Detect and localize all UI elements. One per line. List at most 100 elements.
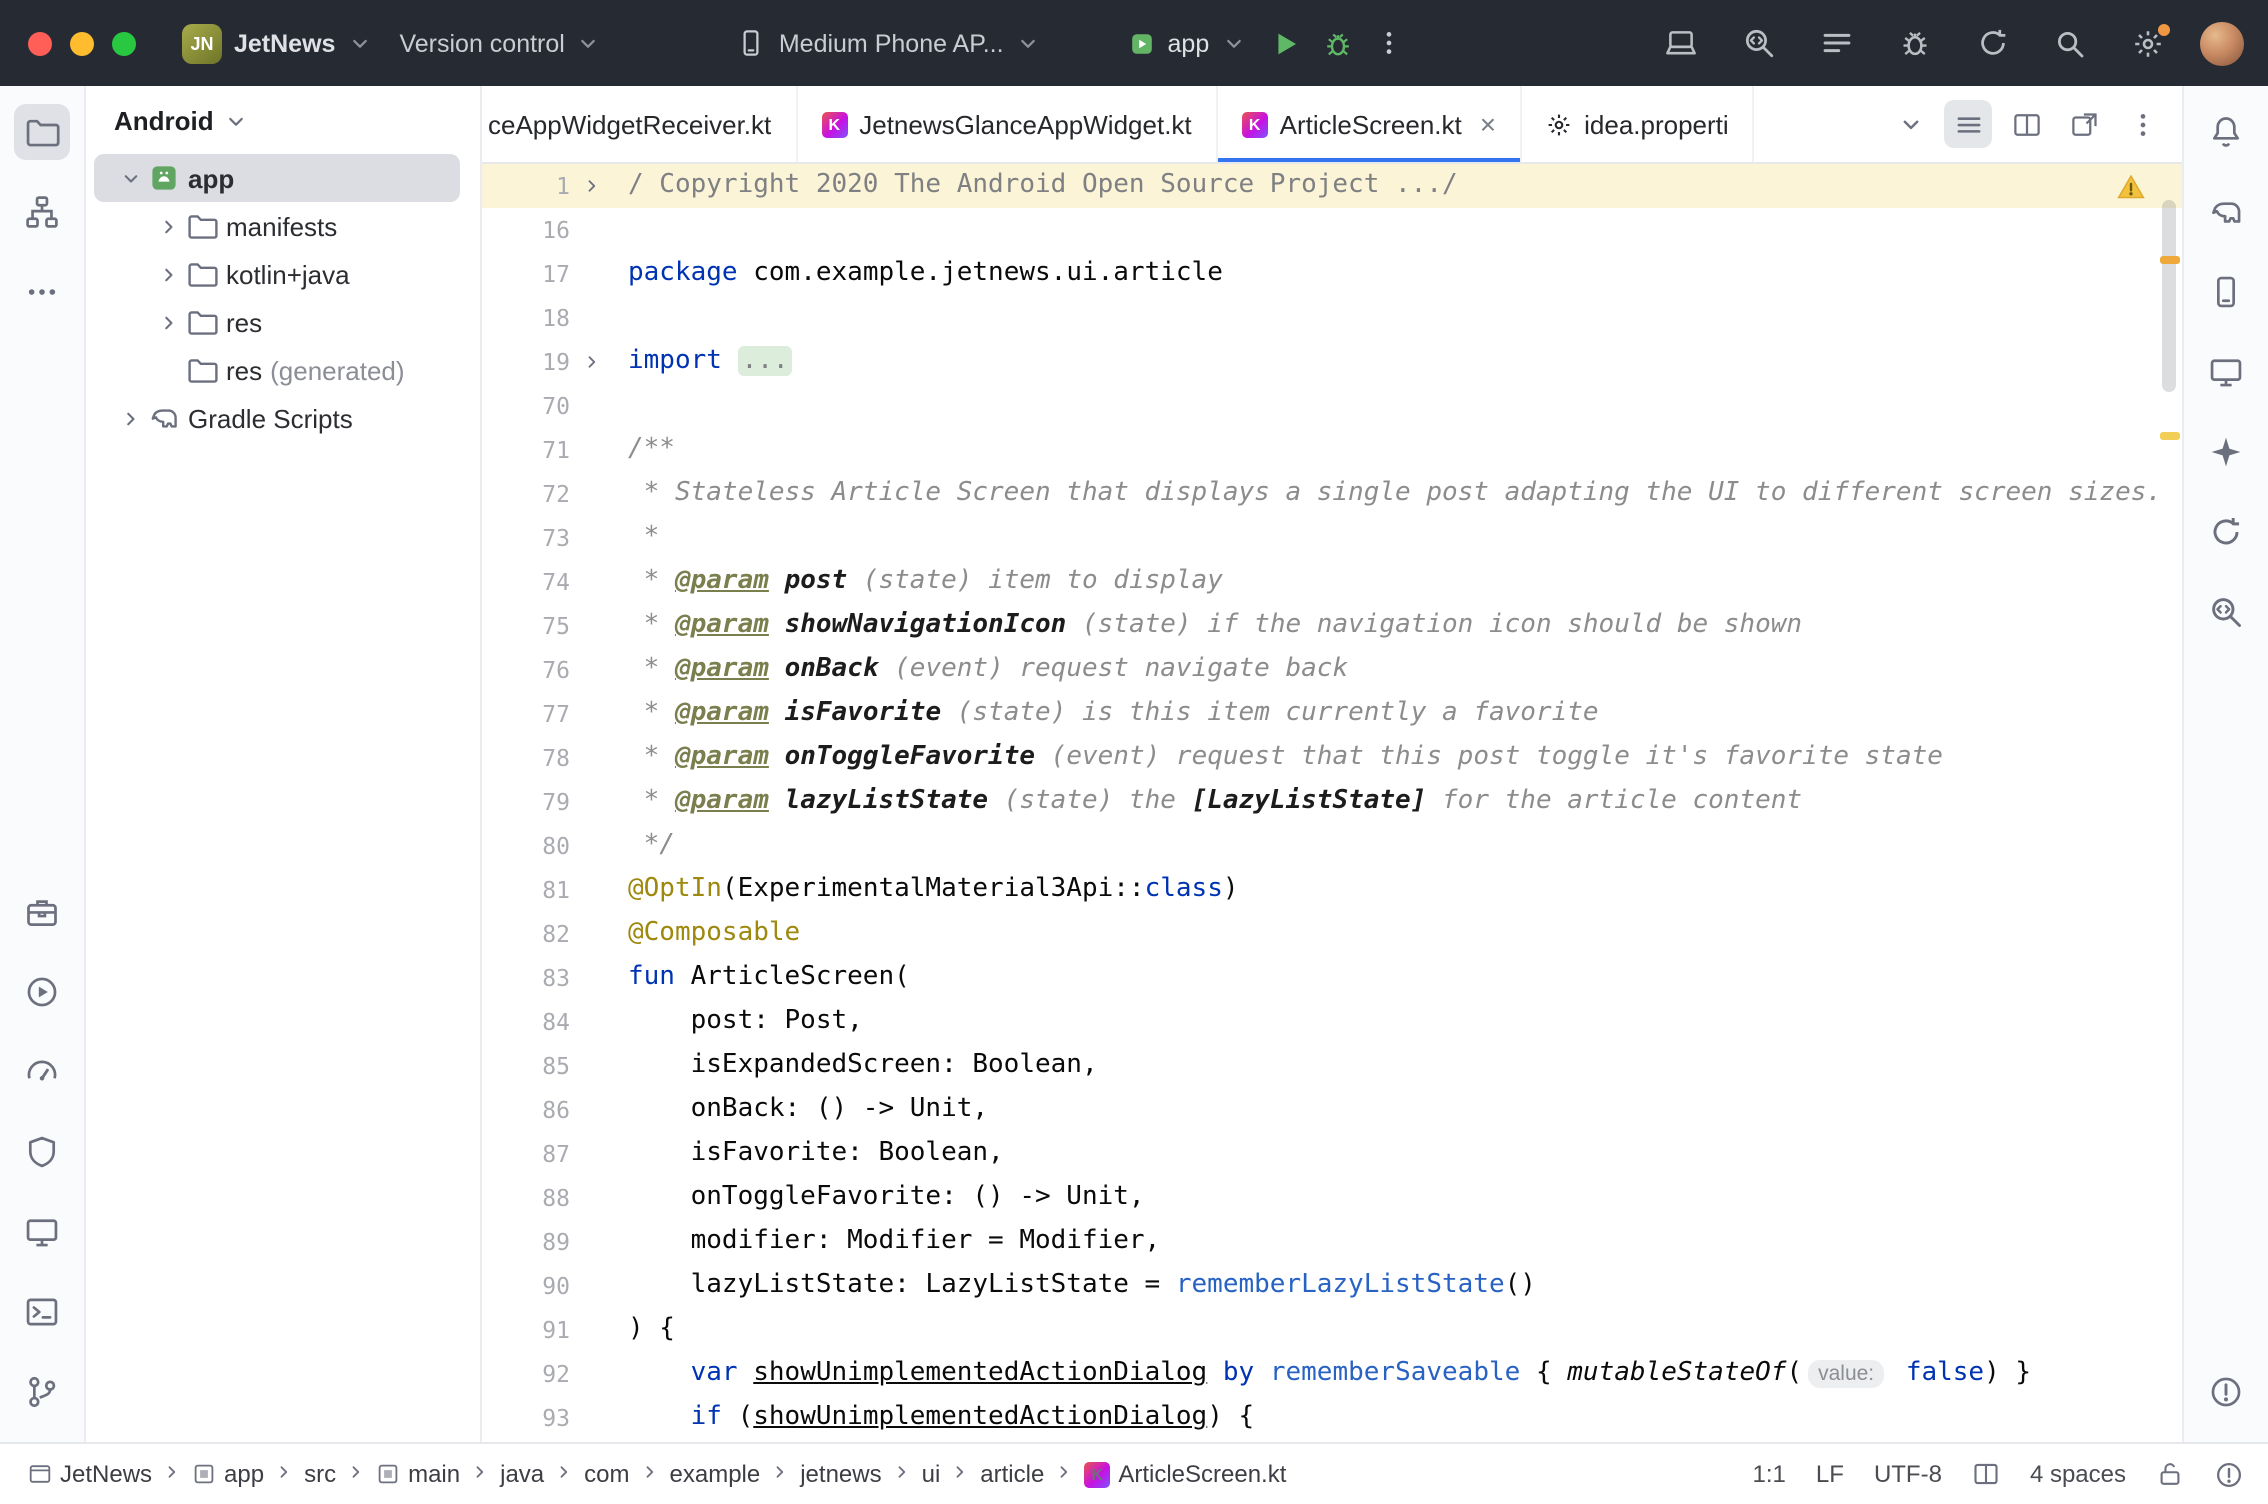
code-line-73[interactable]: 73 *	[482, 516, 2182, 560]
resource-manager-tool-button[interactable]	[14, 184, 70, 240]
chevron-right-icon[interactable]	[152, 215, 184, 237]
breadcrumb-jetnews[interactable]: jetnews	[800, 1460, 881, 1488]
code-line-18[interactable]: 18	[482, 296, 2182, 340]
reader-mode-icon[interactable]	[1972, 1460, 2000, 1488]
tree-item-kotlin-java[interactable]: kotlin+java	[94, 250, 460, 298]
code-line-83[interactable]: 83fun ArticleScreen(	[482, 956, 2182, 1000]
tab-ceappwidgetreceiver-kt[interactable]: ceAppWidgetReceiver.kt	[482, 86, 797, 162]
code-line-72[interactable]: 72 * Stateless Article Screen that displ…	[482, 472, 2182, 516]
code-line-82[interactable]: 82@Composable	[482, 912, 2182, 956]
code-line-93[interactable]: 93 if (showUnimplementedActionDialog) {	[482, 1396, 2182, 1440]
tree-item-gradle-scripts[interactable]: Gradle Scripts	[94, 394, 460, 442]
code-line-19[interactable]: 19import ...	[482, 340, 2182, 384]
zoom-window-button[interactable]	[112, 31, 136, 55]
more-tool-windows-button[interactable]	[14, 264, 70, 320]
open-in-window-button[interactable]	[2060, 100, 2108, 148]
run-config-selector[interactable]: app	[1114, 21, 1260, 65]
app-quality-insights-tool-button[interactable]	[14, 1124, 70, 1180]
device-selector[interactable]: Medium Phone AP...	[723, 20, 1054, 66]
code-line-91[interactable]: 91) {	[482, 1308, 2182, 1352]
tree-item-manifests[interactable]: manifests	[94, 202, 460, 250]
tree-item-res[interactable]: res	[94, 298, 460, 346]
split-editor-button[interactable]	[2002, 100, 2050, 148]
tree-item-app[interactable]: app	[94, 154, 460, 202]
problems-tool-button[interactable]	[2198, 1364, 2254, 1420]
gradle-tool-button[interactable]	[2198, 184, 2254, 240]
lock-icon[interactable]	[2156, 1460, 2184, 1488]
code-line-81[interactable]: 81@OptIn(ExperimentalMaterial3Api::class…	[482, 868, 2182, 912]
breadcrumb-java[interactable]: java	[500, 1460, 544, 1488]
code-line-77[interactable]: 77 * @param isFavorite (state) is this i…	[482, 692, 2182, 736]
code-line-84[interactable]: 84 post: Post,	[482, 1000, 2182, 1044]
indent-setting[interactable]: 4 spaces	[2030, 1460, 2126, 1488]
inspection-warning-icon[interactable]	[2116, 172, 2146, 202]
gradle-sync-button[interactable]	[1966, 17, 2018, 69]
breadcrumb-com[interactable]: com	[584, 1460, 629, 1488]
editor-options-button[interactable]	[2118, 100, 2166, 148]
code-line-80[interactable]: 80 */	[482, 824, 2182, 868]
code-line-17[interactable]: 17package com.example.jetnews.ui.article	[482, 252, 2182, 296]
caret-position[interactable]: 1:1	[1753, 1460, 1786, 1488]
sync-tool-button[interactable]	[2198, 504, 2254, 560]
settings-button[interactable]	[2122, 17, 2174, 69]
tree-item-res[interactable]: res(generated)	[94, 346, 460, 394]
code-line-86[interactable]: 86 onBack: () -> Unit,	[482, 1088, 2182, 1132]
breadcrumb-articlescreen-kt[interactable]: KArticleScreen.kt	[1084, 1460, 1286, 1488]
file-encoding[interactable]: UTF-8	[1874, 1460, 1942, 1488]
project-tool-button[interactable]	[14, 104, 70, 160]
project-view-selector[interactable]: Android	[86, 86, 480, 148]
debug-button[interactable]	[1311, 17, 1363, 69]
code-line-79[interactable]: 79 * @param lazyListState (state) the [L…	[482, 780, 2182, 824]
code-line-71[interactable]: 71/**	[482, 428, 2182, 472]
run-button[interactable]	[1259, 17, 1311, 69]
build-tool-button[interactable]	[14, 884, 70, 940]
code-line-78[interactable]: 78 * @param onToggleFavorite (event) req…	[482, 736, 2182, 780]
plugin-button[interactable]	[1888, 17, 1940, 69]
notifications-status-icon[interactable]	[2214, 1459, 2244, 1489]
hidden-tabs-button[interactable]	[1886, 100, 1934, 148]
breadcrumb-main[interactable]: main	[376, 1460, 460, 1488]
breadcrumb-jetnews[interactable]: JetNews	[28, 1460, 152, 1488]
breadcrumb-ui[interactable]: ui	[922, 1460, 941, 1488]
fold-marker-icon[interactable]	[570, 340, 614, 384]
fold-marker-icon[interactable]	[570, 164, 614, 208]
user-avatar[interactable]	[2200, 21, 2244, 65]
code-line-70[interactable]: 70	[482, 384, 2182, 428]
breadcrumb-example[interactable]: example	[670, 1460, 761, 1488]
search-everywhere-button[interactable]	[2044, 17, 2096, 69]
code-line-1[interactable]: 1/ Copyright 2020 The Android Open Sourc…	[482, 164, 2182, 208]
running-devices-button[interactable]	[1654, 17, 1706, 69]
code-line-75[interactable]: 75 * @param showNavigationIcon (state) i…	[482, 604, 2182, 648]
task-list-button[interactable]	[1810, 17, 1862, 69]
code-line-16[interactable]: 16	[482, 208, 2182, 252]
code-line-87[interactable]: 87 isFavorite: Boolean,	[482, 1132, 2182, 1176]
chevron-right-icon[interactable]	[114, 407, 146, 429]
code-line-74[interactable]: 74 * @param post (state) item to display	[482, 560, 2182, 604]
notifications-button[interactable]	[2198, 104, 2254, 160]
project-widget[interactable]: JN JetNews	[168, 15, 385, 71]
code-line-92[interactable]: 92 var showUnimplementedActionDialog by …	[482, 1352, 2182, 1396]
gemini-tool-button[interactable]	[2198, 424, 2254, 480]
line-ending[interactable]: LF	[1816, 1460, 1844, 1488]
code-line-76[interactable]: 76 * @param onBack (event) request navig…	[482, 648, 2182, 692]
breadcrumb-app[interactable]: app	[192, 1460, 264, 1488]
breadcrumb-src[interactable]: src	[304, 1460, 336, 1488]
warning-stripe-mark[interactable]	[2160, 432, 2180, 440]
chevron-down-icon[interactable]	[114, 167, 146, 189]
close-tab-icon[interactable]: ×	[1480, 110, 1496, 138]
version-control-tool-button[interactable]	[14, 1364, 70, 1420]
tab-articlescreen-kt[interactable]: KArticleScreen.kt×	[1218, 86, 1522, 162]
code-line-90[interactable]: 90 lazyListState: LazyListState = rememb…	[482, 1264, 2182, 1308]
close-window-button[interactable]	[28, 31, 52, 55]
minimize-window-button[interactable]	[70, 31, 94, 55]
running-devices-tool-button[interactable]	[14, 1204, 70, 1260]
chevron-right-icon[interactable]	[152, 311, 184, 333]
tab-jetnewsglanceappwidget-kt[interactable]: KJetnewsGlanceAppWidget.kt	[797, 86, 1217, 162]
code-editor[interactable]: 1/ Copyright 2020 The Android Open Sourc…	[482, 164, 2182, 1442]
run-tool-button[interactable]	[14, 964, 70, 1020]
vcs-widget[interactable]: Version control	[385, 21, 614, 65]
breadcrumb-article[interactable]: article	[980, 1460, 1044, 1488]
more-run-options-button[interactable]	[1363, 17, 1415, 69]
warning-stripe-mark[interactable]	[2160, 256, 2180, 264]
terminal-tool-button[interactable]	[14, 1284, 70, 1340]
